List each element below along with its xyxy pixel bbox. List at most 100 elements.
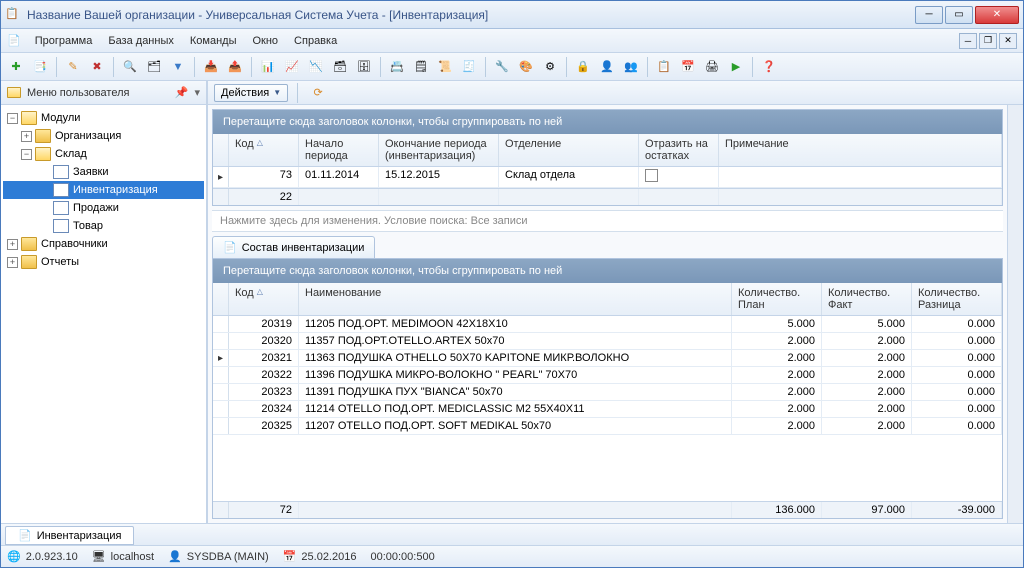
master-row[interactable]: ▸ 73 01.11.2014 15.12.2015 Склад отдела — [213, 167, 1002, 188]
detail-row[interactable]: 2032211396 ПОДУШКА МИКРО-ВОЛОКНО " PEARL… — [213, 367, 1002, 384]
folder-icon — [21, 255, 37, 269]
menu-window[interactable]: Окно — [244, 32, 286, 50]
print-icon[interactable]: 🖨 — [701, 56, 723, 78]
tree-warehouse[interactable]: − Склад — [3, 145, 204, 163]
row-indicator — [213, 384, 229, 400]
row-indicator — [213, 333, 229, 349]
dcell-code: 20322 — [229, 367, 299, 383]
palette-icon[interactable]: 🎨 — [515, 56, 537, 78]
tree-reports[interactable]: + Отчеты — [3, 253, 204, 271]
dcell-fact: 2.000 — [822, 367, 912, 383]
actions-button[interactable]: Действия ▼ — [214, 84, 288, 102]
search-icon[interactable]: 🔍 — [119, 56, 141, 78]
dcell-fact: 2.000 — [822, 350, 912, 366]
detail-row[interactable]: 2032011357 ПОД.ОРТ.OTELLO.ARTEX 50x702.0… — [213, 333, 1002, 350]
dcell-plan: 2.000 — [732, 384, 822, 400]
expand-icon[interactable]: + — [21, 131, 32, 142]
col-reflect[interactable]: Отразить на остатках — [639, 134, 719, 166]
tree-inventory[interactable]: Инвентаризация — [3, 181, 204, 199]
play-icon[interactable]: ▶ — [725, 56, 747, 78]
col-period-end[interactable]: Окончание периода (инвентаризация) — [379, 134, 499, 166]
tree-sales[interactable]: Продажи — [3, 199, 204, 217]
checkbox-icon[interactable] — [645, 169, 658, 182]
dcell-code: 20325 — [229, 418, 299, 434]
cell-dept: Склад отдела — [499, 167, 639, 187]
detail-tab[interactable]: 📄 Состав инвентаризации — [212, 236, 375, 258]
detail-row[interactable]: 2032311391 ПОДУШКА ПУХ "BIANCA" 50x702.0… — [213, 384, 1002, 401]
menu-help[interactable]: Справка — [286, 32, 345, 50]
tool6-icon[interactable]: 📇 — [386, 56, 408, 78]
tool5-icon[interactable]: 🗄 — [353, 56, 375, 78]
list-icon[interactable]: 📋 — [653, 56, 675, 78]
collapse-icon[interactable]: − — [21, 149, 32, 160]
tree-organization[interactable]: + Организация — [3, 127, 204, 145]
filter-icon[interactable]: 🗂 — [143, 56, 165, 78]
refresh-icon[interactable]: ⟳ — [307, 82, 329, 104]
detail-group-panel[interactable]: Перетащите сюда заголовок колонки, чтобы… — [213, 259, 1002, 283]
tree-goods[interactable]: Товар — [3, 217, 204, 235]
dcol-code[interactable]: Код△ — [229, 283, 299, 315]
sidebar-menu-icon[interactable]: ▾ — [194, 86, 200, 99]
minimize-button[interactable]: ─ — [915, 6, 943, 24]
tool7-icon[interactable]: 🗒 — [410, 56, 432, 78]
import-icon[interactable]: 📥 — [200, 56, 222, 78]
tree-modules[interactable]: − Модули — [3, 109, 204, 127]
tree-references[interactable]: + Справочники — [3, 235, 204, 253]
edit-icon[interactable]: ✎ — [62, 56, 84, 78]
dcol-fact[interactable]: Количество. Факт — [822, 283, 912, 315]
doc-icon — [53, 219, 69, 233]
tree-requests[interactable]: Заявки — [3, 163, 204, 181]
dcol-name[interactable]: Наименование — [299, 283, 732, 315]
status-time: 00:00:00:500 — [370, 551, 434, 563]
gear-icon[interactable]: ⚙ — [539, 56, 561, 78]
help-icon[interactable]: ❓ — [758, 56, 780, 78]
tool3-icon[interactable]: 📉 — [305, 56, 327, 78]
cell-reflect[interactable] — [639, 167, 719, 187]
user-icon[interactable]: 👤 — [596, 56, 618, 78]
tool9-icon[interactable]: 🧾 — [458, 56, 480, 78]
detail-row[interactable]: ▸2032111363 ПОДУШКА OTHELLO 50X70 KAPITO… — [213, 350, 1002, 367]
lock-icon[interactable]: 🔒 — [572, 56, 594, 78]
mdi-restore-button[interactable]: ❐ — [979, 33, 997, 49]
dcol-diff[interactable]: Количество. Разница — [912, 283, 1002, 315]
detail-row[interactable]: 2031911205 ПОД.ОРТ. MEDIMOON 42X18X105.0… — [213, 316, 1002, 333]
wrench-icon[interactable]: 🔧 — [491, 56, 513, 78]
pin-icon[interactable]: 📌 — [175, 86, 189, 99]
detail-row[interactable]: 2032411214 OTELLO ПОД.ОРТ. MEDICLASSIC M… — [213, 401, 1002, 418]
menu-program[interactable]: Программа — [27, 32, 101, 50]
close-button[interactable]: ✕ — [975, 6, 1019, 24]
export-icon[interactable]: 📤 — [224, 56, 246, 78]
add-icon[interactable]: ✚ — [5, 56, 27, 78]
vertical-scrollbar[interactable] — [1007, 105, 1023, 523]
col-code[interactable]: Код△ — [229, 134, 299, 166]
col-period-start[interactable]: Начало периода — [299, 134, 379, 166]
tool8-icon[interactable]: 📜 — [434, 56, 456, 78]
maximize-button[interactable]: ▭ — [945, 6, 973, 24]
expand-icon[interactable]: + — [7, 257, 18, 268]
copy-icon[interactable]: 📑 — [29, 56, 51, 78]
tool4-icon[interactable]: 🗃 — [329, 56, 351, 78]
collapse-icon[interactable]: − — [7, 113, 18, 124]
tool1-icon[interactable]: 📊 — [257, 56, 279, 78]
users-icon[interactable]: 👥 — [620, 56, 642, 78]
mdi-close-button[interactable]: ✕ — [999, 33, 1017, 49]
nav-tree: − Модули + Организация − Склад Заявки — [1, 105, 206, 523]
dcell-diff: 0.000 — [912, 384, 1002, 400]
dcol-plan[interactable]: Количество. План — [732, 283, 822, 315]
delete-icon[interactable]: ✖ — [86, 56, 108, 78]
mdi-tabs: 📄 Инвентаризация — [1, 523, 1023, 545]
tool2-icon[interactable]: 📈 — [281, 56, 303, 78]
tree-label: Продажи — [73, 202, 119, 214]
calendar-icon[interactable]: 📅 — [677, 56, 699, 78]
detail-row[interactable]: 2032511207 OTELLO ПОД.ОРТ. SOFT MEDIKAL … — [213, 418, 1002, 435]
mdi-tab-inventory[interactable]: 📄 Инвентаризация — [5, 526, 134, 545]
expand-icon[interactable]: + — [7, 239, 18, 250]
menu-database[interactable]: База данных — [100, 32, 182, 50]
col-note[interactable]: Примечание — [719, 134, 1002, 166]
mdi-minimize-button[interactable]: ─ — [959, 33, 977, 49]
col-department[interactable]: Отделение — [499, 134, 639, 166]
group-panel[interactable]: Перетащите сюда заголовок колонки, чтобы… — [213, 110, 1002, 134]
search-condition[interactable]: Нажмите здесь для изменения. Условие пои… — [212, 210, 1003, 232]
menu-commands[interactable]: Команды — [182, 32, 245, 50]
funnel-icon[interactable]: ▼ — [167, 56, 189, 78]
